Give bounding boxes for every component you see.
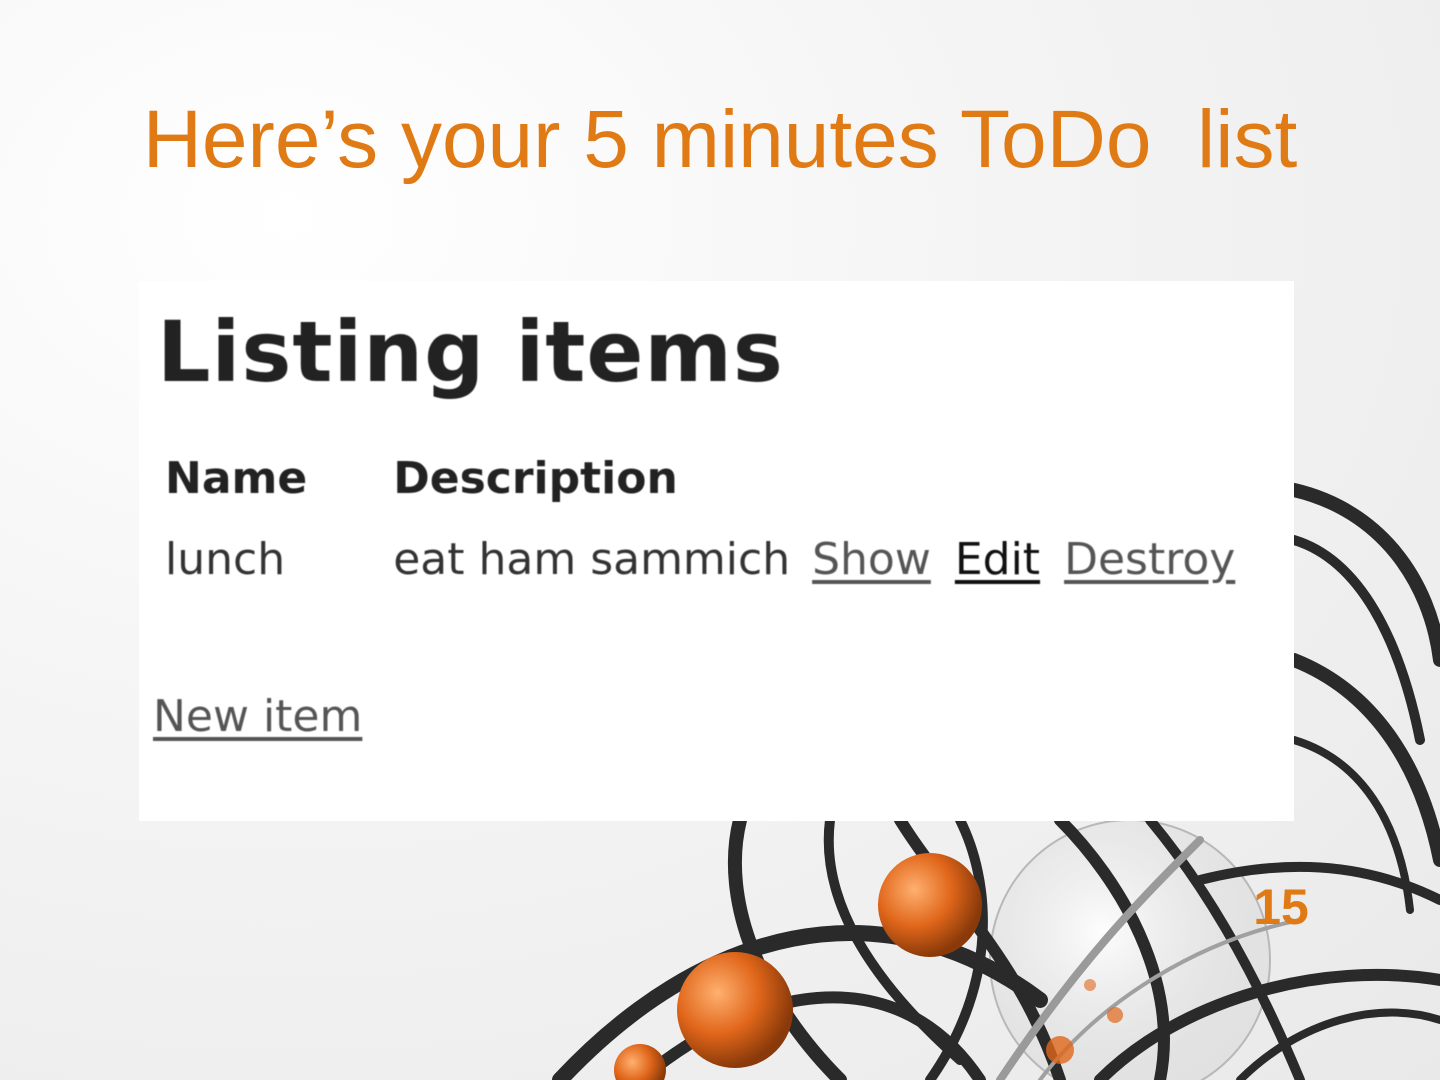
item-name-cell: lunch [165, 534, 286, 585]
app-screenshot: Listing items Name Description lunch eat… [139, 281, 1294, 821]
new-item-link[interactable]: New item [153, 691, 362, 742]
item-description-cell: eat ham sammich [393, 534, 791, 585]
show-link[interactable]: Show [812, 534, 931, 585]
edit-link[interactable]: Edit [955, 534, 1040, 585]
column-header-name: Name [165, 453, 308, 504]
item-actions-cell: Show Edit Destroy [804, 530, 1245, 585]
column-header-description: Description [393, 453, 678, 504]
table-header-row: Name Description [157, 453, 1245, 530]
slide-page-number: 15 [1253, 879, 1309, 935]
items-table: Name Description lunch eat ham sammich S… [157, 453, 1245, 585]
table-row: lunch eat ham sammich Show Edit Destroy [157, 530, 1245, 585]
slide-title: Here’s your 5 minutes ToDo list [142, 94, 1298, 185]
page-heading: Listing items [157, 303, 784, 401]
destroy-link[interactable]: Destroy [1064, 534, 1235, 585]
